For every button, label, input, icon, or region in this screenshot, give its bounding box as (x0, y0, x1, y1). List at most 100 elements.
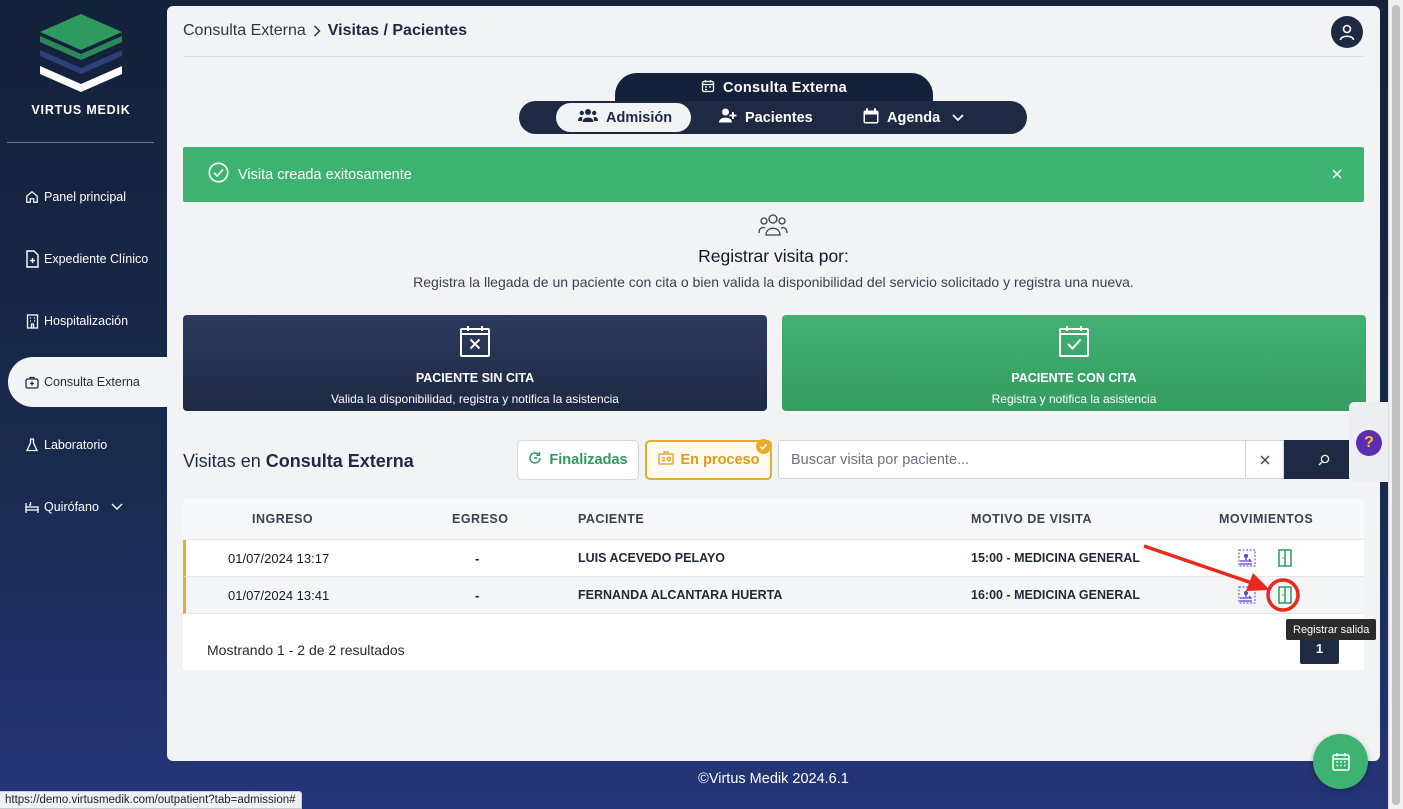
tab-label: Admisión (606, 109, 673, 126)
user-plus-icon (719, 108, 737, 127)
tab-agenda[interactable]: Agenda (863, 103, 964, 132)
help-button[interactable]: ? (1356, 430, 1382, 456)
sidebar-item-label: Consulta Externa (44, 375, 140, 389)
table-header: INGRESO EGRESO PACIENTE MOTIVO DE VISITA… (183, 499, 1364, 540)
visits-title-bold: Consulta Externa (265, 451, 414, 471)
chevron-right-icon (313, 25, 321, 37)
cell-paciente: LUIS ACEVEDO PELAYO (578, 551, 726, 565)
paciente-con-cita-card[interactable]: PACIENTE CON CITA Registra y notifica la… (782, 315, 1366, 411)
tab-admision[interactable]: Admisión (556, 103, 691, 132)
exit-door-icon[interactable] (1274, 547, 1296, 569)
sidebar-item-panel-principal[interactable]: Panel principal (8, 172, 167, 222)
chevron-down-icon (952, 110, 964, 126)
sidebar-item-consulta-externa[interactable]: Consulta Externa (8, 357, 167, 407)
exit-door-icon[interactable] (1274, 584, 1296, 606)
module-tabs: Admisión Pacientes Agenda (519, 101, 1027, 134)
sidebar-item-expediente-clinico[interactable]: Expediente Clínico (8, 234, 167, 284)
visits-title: Visitas en Consulta Externa (183, 451, 414, 472)
table-row[interactable]: 01/07/2024 13:17 - LUIS ACEVEDO PELAYO 1… (183, 540, 1364, 577)
filter-label: Finalizadas (549, 452, 628, 468)
copyright: ©Virtus Medik 2024.6.1 (698, 771, 849, 787)
search-clear-button[interactable] (1245, 440, 1284, 479)
check-circle-icon (208, 162, 229, 187)
sidebar-item-laboratorio[interactable]: Laboratorio (8, 420, 167, 470)
module-title-text: Consulta Externa (722, 80, 848, 96)
visits-table: INGRESO EGRESO PACIENTE MOTIVO DE VISITA… (183, 499, 1364, 670)
column-header: MOTIVO DE VISITA (971, 512, 1092, 526)
cell-ingreso: 01/07/2024 13:17 (228, 551, 330, 566)
card-title: PACIENTE CON CITA (1011, 371, 1137, 385)
check-badge-icon (756, 439, 771, 454)
flask-icon (23, 438, 41, 452)
search-input[interactable] (778, 440, 1245, 479)
filter-en-proceso-button[interactable]: En proceso (645, 439, 772, 480)
success-alert: Visita creada exitosamente (183, 147, 1364, 202)
chevron-down-icon[interactable] (111, 503, 123, 511)
cell-motivo: 15:00 - MEDICINA GENERAL (971, 551, 1141, 565)
cell-motivo: 16:00 - MEDICINA GENERAL (971, 588, 1141, 602)
close-icon (1260, 455, 1269, 464)
column-header: EGRESO (452, 512, 509, 526)
sidebar-item-label: Quirófano (44, 500, 99, 514)
cell-egreso: - (475, 588, 480, 603)
paciente-sin-cita-card[interactable]: PACIENTE SIN CITA Valida la disponibilid… (183, 315, 767, 411)
sidebar-item-quirofano[interactable]: Quirófano (8, 482, 167, 532)
virtus-medik-logo[interactable] (34, 12, 128, 96)
register-title: Registrar visita por: (698, 246, 849, 266)
visits-title-prefix: Visitas en (183, 451, 261, 471)
card-subtitle: Registra y notifica la asistencia (991, 392, 1157, 406)
sidebar-item-label: Expediente Clínico (44, 252, 149, 266)
breadcrumb-current: Visitas / Pacientes (327, 22, 468, 39)
cell-paciente: FERNANDA ALCANTARA HUERTA (578, 588, 783, 602)
sidebar-divider (7, 142, 154, 143)
breadcrumb: Consulta Externa Visitas / Pacientes (183, 6, 1364, 57)
tooltip-registrar-salida: Registrar salida (1286, 619, 1377, 640)
file-plus-icon (23, 250, 41, 268)
column-header: PACIENTE (578, 512, 645, 526)
users-outline-icon (758, 214, 788, 236)
user-avatar[interactable] (1331, 16, 1363, 48)
sidebar-item-label: Laboratorio (44, 438, 108, 452)
building-icon (23, 313, 41, 329)
sidebar-item-hospitalizacion[interactable]: Hospitalización (8, 296, 167, 346)
brand-name: VIRTUS MEDIK (31, 103, 131, 117)
tab-label: Agenda (887, 109, 941, 126)
filter-label: En proceso (680, 452, 760, 468)
filter-finalizadas-button[interactable]: Finalizadas (517, 440, 639, 480)
card-title: PACIENTE SIN CITA (415, 371, 535, 385)
users-icon (578, 108, 598, 127)
column-header: MOVIMIENTOS (1219, 512, 1314, 526)
sidebar: VIRTUS MEDIK Panel principal Expediente … (0, 0, 167, 809)
sidebar-item-label: Hospitalización (44, 314, 129, 328)
results-count: Mostrando 1 - 2 de 2 resultados (207, 642, 405, 658)
bed-icon (23, 501, 41, 514)
id-card-icon (657, 451, 674, 469)
breadcrumb-item[interactable]: Consulta Externa (183, 22, 306, 40)
transfer-location-icon[interactable] (1236, 584, 1258, 606)
cell-ingreso: 01/07/2024 13:41 (228, 588, 330, 603)
calendar-icon (701, 79, 715, 97)
tab-label: Pacientes (745, 109, 813, 126)
sidebar-item-label: Panel principal (44, 190, 126, 204)
table-row[interactable]: 01/07/2024 13:41 - FERNANDA ALCANTARA HU… (183, 577, 1364, 614)
user-icon (1339, 24, 1355, 40)
cell-egreso: - (475, 551, 480, 566)
alert-message: Visita creada exitosamente (238, 166, 412, 183)
calendar-check-icon (1059, 326, 1089, 357)
scrollbar-thumb[interactable] (1392, 5, 1400, 805)
card-subtitle: Valida la disponibilidad, registra y not… (331, 392, 619, 406)
main-panel: Consulta Externa Visitas / Pacientes Con… (167, 6, 1380, 761)
calendar-icon (1331, 752, 1350, 771)
column-header: INGRESO (252, 512, 314, 526)
tab-pacientes[interactable]: Pacientes (719, 103, 813, 132)
home-icon (23, 190, 41, 204)
transfer-location-icon[interactable] (1236, 547, 1258, 569)
calendar-x-icon (460, 326, 490, 357)
calendar-fab-button[interactable] (1313, 734, 1368, 789)
briefcase-medical-icon (23, 376, 41, 389)
calendar-icon (863, 107, 879, 128)
scrollbar[interactable] (1388, 0, 1403, 809)
refresh-icon (528, 451, 542, 469)
browser-status-url: https://demo.virtusmedik.com/outpatient?… (0, 791, 302, 809)
close-icon[interactable] (1329, 166, 1345, 182)
